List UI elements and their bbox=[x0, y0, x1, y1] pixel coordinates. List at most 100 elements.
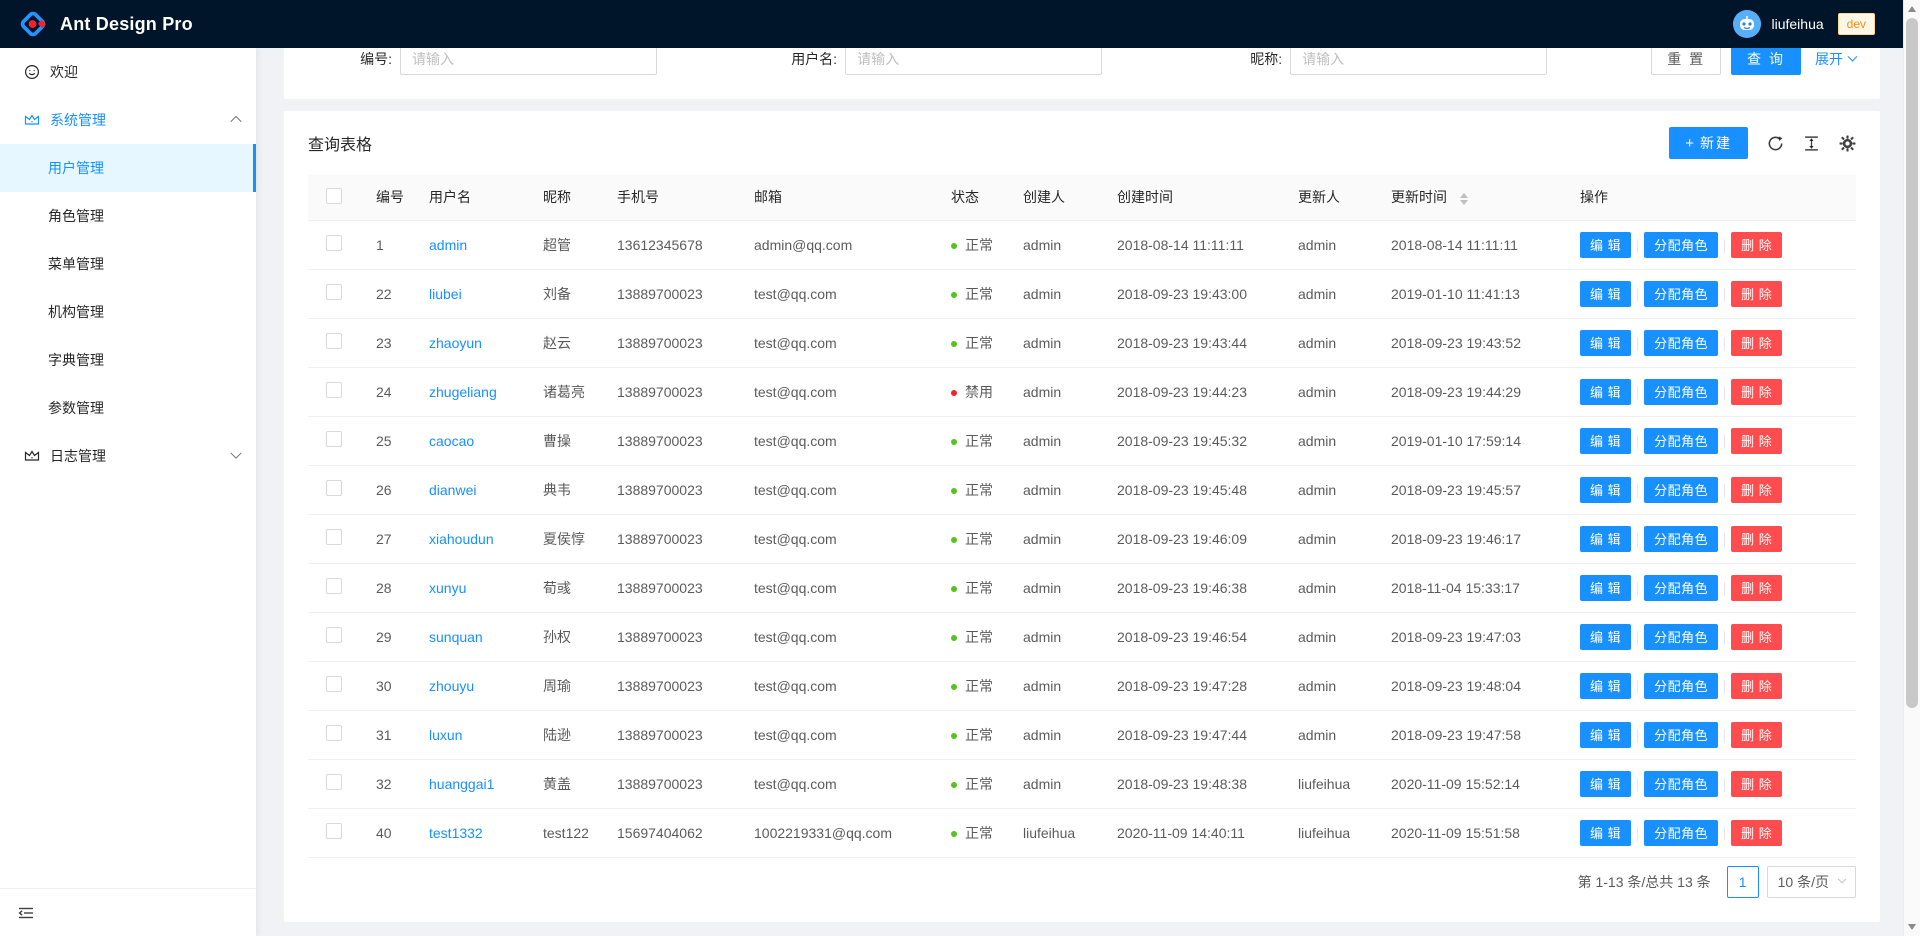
row-checkbox[interactable] bbox=[326, 431, 342, 447]
edit-button[interactable]: 编 辑 bbox=[1580, 820, 1631, 846]
assign-role-button[interactable]: 分配角色 bbox=[1644, 771, 1718, 797]
username-link[interactable]: huanggai1 bbox=[429, 776, 494, 792]
assign-role-button[interactable]: 分配角色 bbox=[1644, 428, 1718, 454]
username-link[interactable]: test1332 bbox=[429, 825, 483, 841]
app-logo-icon[interactable] bbox=[18, 9, 48, 39]
row-checkbox[interactable] bbox=[326, 529, 342, 545]
page-size-select[interactable]: 10 条/页 bbox=[1767, 866, 1856, 898]
username-link[interactable]: zhaoyun bbox=[429, 335, 482, 351]
users-table: 编号 用户名 昵称 手机号 邮箱 状态 创建人 创建时间 更新人 更新时间 bbox=[308, 175, 1856, 858]
delete-button[interactable]: 删 除 bbox=[1731, 428, 1782, 454]
username-link[interactable]: luxun bbox=[429, 727, 462, 743]
row-checkbox[interactable] bbox=[326, 578, 342, 594]
edit-button[interactable]: 编 辑 bbox=[1580, 232, 1631, 258]
edit-button[interactable]: 编 辑 bbox=[1580, 673, 1631, 699]
assign-role-button[interactable]: 分配角色 bbox=[1644, 722, 1718, 748]
sidebar-item-dict-mgmt[interactable]: 字典管理 bbox=[0, 336, 256, 384]
status-label: 正常 bbox=[965, 335, 993, 351]
username-link[interactable]: xunyu bbox=[429, 580, 466, 596]
assign-role-button[interactable]: 分配角色 bbox=[1644, 379, 1718, 405]
row-checkbox[interactable] bbox=[326, 284, 342, 300]
assign-role-button[interactable]: 分配角色 bbox=[1644, 575, 1718, 601]
status-label: 正常 bbox=[965, 727, 993, 743]
reload-icon[interactable] bbox=[1767, 135, 1784, 152]
delete-button[interactable]: 删 除 bbox=[1731, 232, 1782, 258]
delete-button[interactable]: 删 除 bbox=[1731, 771, 1782, 797]
edit-button[interactable]: 编 辑 bbox=[1580, 722, 1631, 748]
page-scrollbar[interactable] bbox=[1903, 0, 1920, 936]
username-link[interactable]: caocao bbox=[429, 433, 474, 449]
delete-button[interactable]: 删 除 bbox=[1731, 673, 1782, 699]
cell-phone: 13889700023 bbox=[617, 269, 754, 318]
density-icon[interactable] bbox=[1803, 135, 1820, 152]
username-link[interactable]: zhugeliang bbox=[429, 384, 497, 400]
assign-role-button[interactable]: 分配角色 bbox=[1644, 232, 1718, 258]
menu-fold-icon[interactable] bbox=[18, 905, 34, 921]
username-link[interactable]: sunquan bbox=[429, 629, 483, 645]
sidebar-item-user-mgmt[interactable]: 用户管理 bbox=[0, 144, 256, 192]
assign-role-button[interactable]: 分配角色 bbox=[1644, 624, 1718, 650]
assign-role-button[interactable]: 分配角色 bbox=[1644, 477, 1718, 503]
sidebar-item-welcome[interactable]: 欢迎 bbox=[0, 48, 256, 96]
edit-button[interactable]: 编 辑 bbox=[1580, 477, 1631, 503]
assign-role-button[interactable]: 分配角色 bbox=[1644, 281, 1718, 307]
assign-role-button[interactable]: 分配角色 bbox=[1644, 330, 1718, 356]
avatar[interactable] bbox=[1733, 10, 1761, 38]
expand-link[interactable]: 展开 bbox=[1815, 49, 1856, 69]
username-link[interactable]: dianwei bbox=[429, 482, 476, 498]
page-1-button[interactable]: 1 bbox=[1727, 866, 1759, 898]
edit-button[interactable]: 编 辑 bbox=[1580, 379, 1631, 405]
sidebar-item-org-mgmt[interactable]: 机构管理 bbox=[0, 288, 256, 336]
delete-button[interactable]: 删 除 bbox=[1731, 330, 1782, 356]
sidebar-item-menu-mgmt[interactable]: 菜单管理 bbox=[0, 240, 256, 288]
assign-role-button[interactable]: 分配角色 bbox=[1644, 526, 1718, 552]
delete-button[interactable]: 删 除 bbox=[1731, 281, 1782, 307]
edit-button[interactable]: 编 辑 bbox=[1580, 526, 1631, 552]
delete-button[interactable]: 删 除 bbox=[1731, 624, 1782, 650]
row-checkbox[interactable] bbox=[326, 823, 342, 839]
status-label: 正常 bbox=[965, 678, 993, 694]
assign-role-button[interactable]: 分配角色 bbox=[1644, 673, 1718, 699]
cell-actions: 编 辑分配角色删 除 bbox=[1580, 808, 1856, 857]
row-checkbox[interactable] bbox=[326, 676, 342, 692]
delete-button[interactable]: 删 除 bbox=[1731, 820, 1782, 846]
row-checkbox[interactable] bbox=[326, 235, 342, 251]
username-link[interactable]: liubei bbox=[429, 286, 462, 302]
settings-icon[interactable] bbox=[1839, 135, 1856, 152]
edit-button[interactable]: 编 辑 bbox=[1580, 624, 1631, 650]
delete-button[interactable]: 删 除 bbox=[1731, 526, 1782, 552]
row-checkbox[interactable] bbox=[326, 382, 342, 398]
username-link[interactable]: zhouyu bbox=[429, 678, 474, 694]
username-link[interactable]: xiahoudun bbox=[429, 531, 494, 547]
new-button[interactable]: + 新建 bbox=[1669, 127, 1748, 159]
row-checkbox[interactable] bbox=[326, 480, 342, 496]
scroll-down-icon[interactable] bbox=[1908, 924, 1916, 930]
row-checkbox[interactable] bbox=[326, 333, 342, 349]
sidebar-submenu-log[interactable]: 日志管理 bbox=[0, 432, 256, 480]
row-checkbox[interactable] bbox=[326, 627, 342, 643]
select-all-checkbox[interactable] bbox=[326, 188, 342, 204]
sidebar-item-role-mgmt[interactable]: 角色管理 bbox=[0, 192, 256, 240]
sidebar-item-param-mgmt[interactable]: 参数管理 bbox=[0, 384, 256, 432]
row-checkbox[interactable] bbox=[326, 774, 342, 790]
column-header-update-time[interactable]: 更新时间 bbox=[1391, 175, 1580, 220]
edit-button[interactable]: 编 辑 bbox=[1580, 575, 1631, 601]
assign-role-button[interactable]: 分配角色 bbox=[1644, 820, 1718, 846]
row-checkbox[interactable] bbox=[326, 725, 342, 741]
divider bbox=[1724, 582, 1725, 596]
delete-button[interactable]: 删 除 bbox=[1731, 722, 1782, 748]
user-name[interactable]: liufeihua bbox=[1771, 16, 1823, 32]
edit-button[interactable]: 编 辑 bbox=[1580, 428, 1631, 454]
delete-button[interactable]: 删 除 bbox=[1731, 575, 1782, 601]
username-link[interactable]: admin bbox=[429, 237, 467, 253]
delete-button[interactable]: 删 除 bbox=[1731, 379, 1782, 405]
edit-button[interactable]: 编 辑 bbox=[1580, 771, 1631, 797]
scrollbar-thumb[interactable] bbox=[1906, 18, 1918, 708]
scroll-up-icon[interactable] bbox=[1908, 6, 1916, 12]
delete-button[interactable]: 删 除 bbox=[1731, 477, 1782, 503]
sort-icon[interactable] bbox=[1460, 193, 1468, 205]
cell-creator: admin bbox=[1023, 710, 1117, 759]
edit-button[interactable]: 编 辑 bbox=[1580, 330, 1631, 356]
edit-button[interactable]: 编 辑 bbox=[1580, 281, 1631, 307]
sidebar-submenu-system[interactable]: 系统管理 bbox=[0, 96, 256, 144]
